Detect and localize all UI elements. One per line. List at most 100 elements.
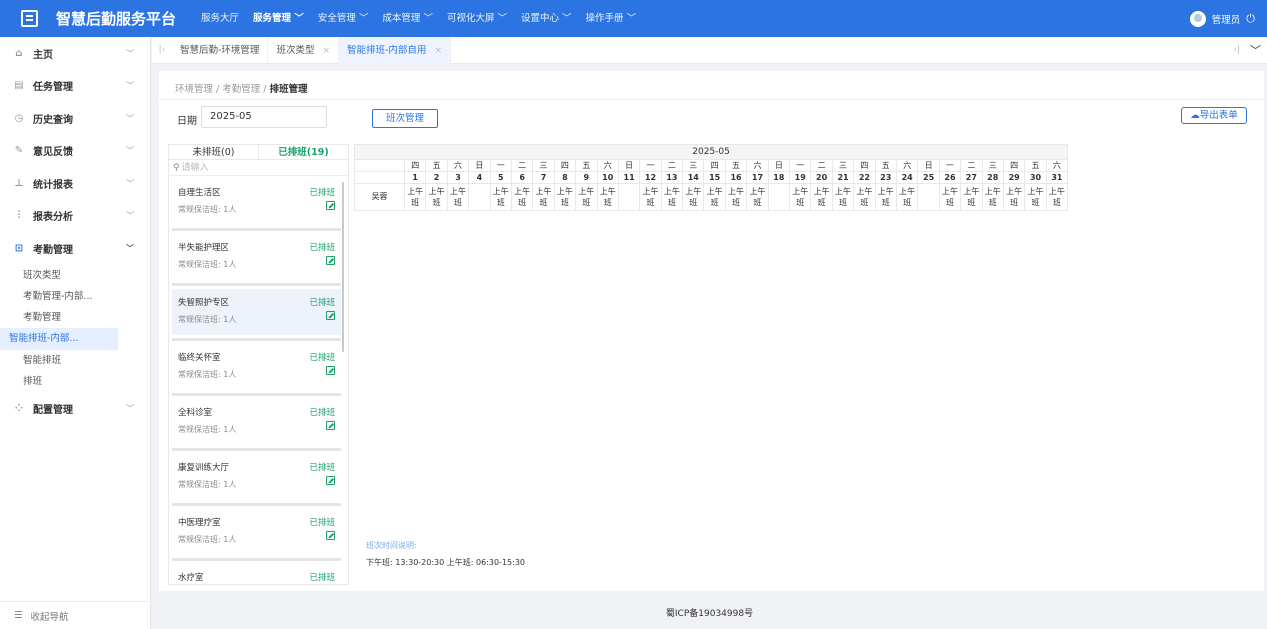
- top-nav-label[interactable]: 可视化大屏: [447, 13, 495, 24]
- shift-cell[interactable]: 上午班: [682, 182, 705, 211]
- top-nav-item[interactable]: 服务管理 ﹀: [246, 0, 311, 37]
- shift-cell[interactable]: [917, 182, 940, 211]
- list-item[interactable]: 半失能护理区 常规保洁班: 1人 已排班: [172, 234, 341, 280]
- shift-cell[interactable]: 上午班: [425, 182, 448, 211]
- page-tab-label[interactable]: 智慧后勤-环境管理: [180, 45, 259, 56]
- export-button[interactable]: ☁导出表单: [1181, 107, 1247, 124]
- sidebar-item[interactable]: ▤ 任务管理 ﹀: [0, 70, 150, 103]
- top-nav-item[interactable]: 操作手册 ﹀: [579, 0, 644, 37]
- shift-cell[interactable]: 上午班: [960, 182, 983, 211]
- tab-scheduled[interactable]: 已排班(19): [258, 145, 348, 159]
- top-nav-item[interactable]: 服务大厅: [194, 0, 246, 37]
- top-nav-label[interactable]: 设置中心: [521, 13, 559, 24]
- breadcrumb-item[interactable]: 考勤管理: [222, 84, 260, 95]
- sidebar-item[interactable]: ⁘ 配置管理 ﹀: [0, 392, 150, 425]
- shift-cell[interactable]: 上午班: [810, 182, 833, 211]
- shift-cell[interactable]: 上午班: [853, 182, 876, 211]
- shift-cell[interactable]: 上午班: [532, 182, 555, 211]
- shift-cell[interactable]: 上午班: [446, 182, 470, 211]
- logout-icon[interactable]: ⏻: [1246, 12, 1255, 26]
- shift-cell[interactable]: 上午班: [403, 182, 427, 211]
- shift-cell[interactable]: 上午班: [575, 182, 598, 211]
- shift-management-button[interactable]: 班次管理: [372, 109, 438, 128]
- shift-cell[interactable]: 上午班: [553, 182, 577, 211]
- shift-cell[interactable]: [617, 182, 641, 211]
- shift-cell[interactable]: 上午班: [724, 182, 748, 211]
- shift-cell[interactable]: 上午班: [1045, 182, 1069, 211]
- shift-cell[interactable]: 上午班: [1002, 182, 1026, 211]
- footer-icp[interactable]: 蜀ICP备19034998号: [152, 606, 1267, 619]
- avatar[interactable]: [1189, 10, 1206, 27]
- collapse-nav-label[interactable]: 收起导航: [31, 609, 69, 623]
- close-icon[interactable]: ×: [322, 46, 330, 56]
- area-search-input[interactable]: ⚲ 请输入: [169, 160, 348, 176]
- shift-cell[interactable]: 上午班: [596, 182, 619, 211]
- shift-cell[interactable]: 上午班: [703, 182, 726, 211]
- sidebar-subitem[interactable]: 智能排班: [0, 350, 118, 371]
- date-picker[interactable]: 2025-05: [201, 106, 327, 128]
- list-item[interactable]: 自理生活区 常规保洁班: 1人 已排班: [172, 179, 341, 225]
- page-tab[interactable]: 智慧后勤-环境管理: [172, 36, 269, 64]
- list-scrollbar[interactable]: [342, 182, 344, 352]
- top-nav-label[interactable]: 成本管理: [382, 13, 420, 24]
- sidebar-subitem[interactable]: 考勤管理-内部...: [0, 286, 118, 307]
- sidebar-subitem[interactable]: 班次类型: [0, 265, 118, 286]
- user-name[interactable]: 管理员: [1212, 12, 1241, 26]
- list-item[interactable]: 康复训练大厅 常规保洁班: 1人 已排班: [172, 454, 341, 500]
- edit-icon[interactable]: [326, 201, 335, 210]
- top-nav-label[interactable]: 操作手册: [586, 13, 624, 24]
- list-item[interactable]: 失智照护专区 常规保洁班: 1人 已排班: [172, 289, 341, 335]
- top-nav-label[interactable]: 安全管理: [318, 13, 356, 24]
- list-item[interactable]: 中医理疗室 常规保洁班: 1人 已排班: [172, 509, 341, 555]
- chevron-down-icon[interactable]: ﹀: [624, 13, 637, 24]
- top-nav-item[interactable]: 设置中心 ﹀: [514, 0, 579, 37]
- breadcrumb-item[interactable]: 环境管理: [175, 84, 213, 95]
- shift-cell[interactable]: 上午班: [938, 182, 962, 211]
- list-item[interactable]: 临终关怀室 常规保洁班: 1人 已排班: [172, 344, 341, 390]
- top-nav-label[interactable]: 服务大厅: [201, 13, 239, 24]
- sidebar-subitem[interactable]: 智能排班-内部...: [0, 328, 118, 350]
- close-icon[interactable]: ×: [434, 46, 442, 56]
- shift-cell[interactable]: 上午班: [981, 182, 1004, 211]
- user-menu[interactable]: 管理员 ⏻: [1189, 10, 1255, 27]
- chevron-down-icon[interactable]: ﹀: [356, 13, 369, 24]
- tab-scroll-right-icon[interactable]: ›|: [1233, 45, 1240, 55]
- sidebar-item[interactable]: ◷ 历史查询 ﹀: [0, 102, 150, 135]
- edit-icon[interactable]: [326, 311, 335, 320]
- sidebar-item[interactable]: ⌂ 主页 ﹀: [0, 37, 150, 70]
- chevron-down-icon[interactable]: ﹀: [420, 13, 433, 24]
- edit-icon[interactable]: [326, 421, 335, 430]
- shift-cell[interactable]: 上午班: [874, 182, 897, 211]
- sidebar-item[interactable]: ⫶ 报表分析 ﹀: [0, 200, 150, 233]
- edit-icon[interactable]: [326, 366, 335, 375]
- chevron-down-icon[interactable]: ﹀: [291, 13, 304, 24]
- sidebar-subitem[interactable]: 考勤管理: [0, 307, 118, 328]
- top-nav-item[interactable]: 安全管理 ﹀: [311, 0, 376, 37]
- tab-scroll-left-icon[interactable]: |‹: [152, 45, 172, 55]
- page-tab-label[interactable]: 智能排班-内部自用: [347, 45, 426, 56]
- chevron-down-icon[interactable]: ﹀: [559, 13, 572, 24]
- shift-cell[interactable]: 上午班: [895, 182, 919, 211]
- edit-icon[interactable]: [326, 256, 335, 265]
- sidebar-item[interactable]: ⊡ 考勤管理 ﹀: [0, 232, 150, 265]
- shift-cell[interactable]: 上午班: [1024, 182, 1047, 211]
- collapse-nav-button[interactable]: ☰ 收起导航: [0, 601, 150, 629]
- tab-unscheduled[interactable]: 未排班(0): [169, 145, 258, 159]
- top-nav-item[interactable]: 可视化大屏 ﹀: [440, 0, 514, 37]
- page-tab-label[interactable]: 班次类型: [276, 45, 314, 56]
- edit-icon[interactable]: [326, 531, 335, 540]
- shift-cell[interactable]: 上午班: [660, 182, 684, 211]
- shift-cell[interactable]: 上午班: [639, 182, 662, 211]
- shift-cell[interactable]: 上午班: [489, 182, 512, 211]
- shift-cell[interactable]: 上午班: [510, 182, 534, 211]
- shift-cell[interactable]: 上午班: [789, 182, 812, 211]
- tab-menu-chevron-icon[interactable]: ﹀: [1250, 42, 1261, 58]
- sidebar-item[interactable]: ✎ 意见反馈 ﹀: [0, 135, 150, 168]
- shift-cell[interactable]: 上午班: [746, 182, 769, 211]
- top-nav-item[interactable]: 成本管理 ﹀: [375, 0, 440, 37]
- menu-icon[interactable]: ☰: [14, 610, 23, 621]
- shift-cell[interactable]: [468, 182, 491, 211]
- sidebar-subitem[interactable]: 排班: [0, 371, 118, 392]
- page-tab[interactable]: 班次类型 ×: [268, 36, 339, 64]
- list-item[interactable]: 水疗室常规保洁班: 1人已排班: [172, 564, 341, 584]
